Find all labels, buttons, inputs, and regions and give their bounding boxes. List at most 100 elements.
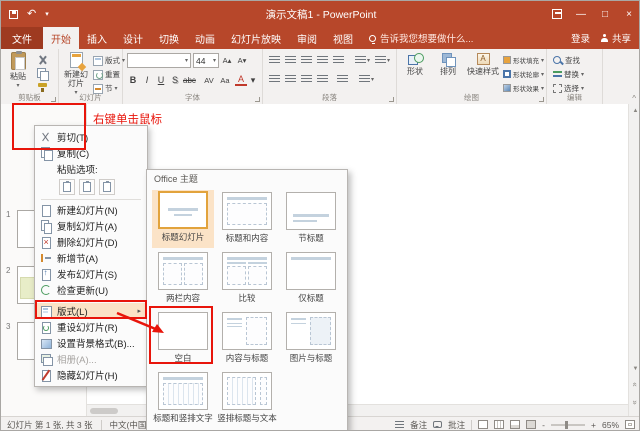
shape-fill-button[interactable]: 形状填充 ▾ xyxy=(503,55,544,65)
clipboard-dialog-launcher-icon[interactable] xyxy=(51,97,56,102)
horizontal-scrollbar-thumb[interactable] xyxy=(90,408,118,414)
zoom-slider[interactable] xyxy=(551,420,586,429)
tab-design[interactable]: 设计 xyxy=(115,27,151,49)
share-button[interactable]: 共享 xyxy=(600,31,631,45)
tab-review[interactable]: 审阅 xyxy=(289,27,325,49)
layout-option-title-only[interactable]: 仅标题 xyxy=(280,250,342,308)
sign-in-link[interactable]: 登录 xyxy=(571,31,590,45)
shape-outline-button[interactable]: 形状轮廓 ▾ xyxy=(503,69,544,79)
menu-item-layout[interactable]: 版式(L) ▸ xyxy=(35,303,147,319)
paste-button[interactable]: 粘贴 ▾ xyxy=(5,51,31,90)
menu-item-delete-slide[interactable]: 删除幻灯片(D) xyxy=(35,234,147,250)
find-button[interactable]: 查找 xyxy=(553,55,580,66)
new-slide-button[interactable]: 新建幻灯片 ▾ xyxy=(61,52,91,97)
grow-font-button[interactable]: A▴ xyxy=(221,53,233,67)
layout-option-blank[interactable]: 空白 xyxy=(152,310,214,368)
font-color-button[interactable]: A xyxy=(235,74,247,86)
character-spacing-button[interactable]: AV xyxy=(203,73,215,87)
layout-option-vertical-title-text[interactable]: 竖排标题与文本 xyxy=(216,370,278,428)
layout-option-title-vertical-text[interactable]: 标题和竖排文字 xyxy=(152,370,214,428)
paste-picture-icon[interactable] xyxy=(99,179,115,195)
justify-icon[interactable] xyxy=(317,75,328,84)
layout-option-section-header[interactable]: 节标题 xyxy=(280,190,342,248)
minimize-button[interactable]: — xyxy=(569,1,593,27)
zoom-slider-thumb[interactable] xyxy=(565,420,569,429)
tab-transitions[interactable]: 切换 xyxy=(151,27,187,49)
text-shadow-button[interactable]: S xyxy=(169,73,181,87)
shapes-button[interactable]: 形状 xyxy=(399,53,431,76)
smartart-convert-icon[interactable]: ▾ xyxy=(359,75,374,84)
paste-merge-format-icon[interactable] xyxy=(79,179,95,195)
menu-item-reset-slide[interactable]: 重设幻灯片(R) xyxy=(35,319,147,335)
language-indicator[interactable]: 中文(中国) xyxy=(110,419,150,431)
paste-keep-source-icon[interactable] xyxy=(59,179,75,195)
bold-button[interactable]: B xyxy=(127,73,139,87)
arrange-button[interactable]: 排列 xyxy=(433,53,463,76)
menu-item-new-slide[interactable]: 新建幻灯片(N) xyxy=(35,202,147,218)
reading-view-icon[interactable] xyxy=(510,420,521,429)
bullets-icon[interactable] xyxy=(269,56,280,65)
font-color-dropdown-icon[interactable]: ▾ xyxy=(247,73,259,87)
menu-item-format-background[interactable]: 设置背景格式(B)... xyxy=(35,335,147,351)
maximize-button[interactable]: □ xyxy=(593,1,617,27)
previous-slide-icon[interactable]: « xyxy=(629,378,639,391)
tab-animations[interactable]: 动画 xyxy=(187,27,223,49)
underline-button[interactable]: U xyxy=(155,73,167,87)
menu-item-hide-slide[interactable]: 隐藏幻灯片(H) xyxy=(35,367,147,383)
align-text-icon[interactable]: ▾ xyxy=(375,56,390,65)
layout-option-content-caption[interactable]: 内容与标题 xyxy=(216,310,278,368)
layout-option-picture-caption[interactable]: 图片与标题 xyxy=(280,310,342,368)
vertical-scrollbar[interactable]: ▲ ▼ « » xyxy=(628,104,639,416)
tab-slideshow[interactable]: 幻灯片放映 xyxy=(223,27,289,49)
strikethrough-button[interactable]: abc xyxy=(183,73,196,87)
increase-indent-icon[interactable] xyxy=(317,56,328,65)
align-left-icon[interactable] xyxy=(269,75,280,84)
font-size-combo[interactable]: 44 ▾ xyxy=(193,53,219,68)
next-slide-icon[interactable]: » xyxy=(629,396,639,409)
drawing-dialog-launcher-icon[interactable] xyxy=(539,97,544,102)
menu-item-duplicate-slide[interactable]: 复制幻灯片(A) xyxy=(35,218,147,234)
shrink-font-button[interactable]: A▾ xyxy=(236,53,248,67)
layout-button[interactable]: 版式 ▾ xyxy=(93,55,125,66)
normal-view-icon[interactable] xyxy=(478,420,489,429)
tell-me-box[interactable]: 告诉我您想要做什么... xyxy=(361,27,481,49)
layout-option-title-content[interactable]: 标题和内容 xyxy=(216,190,278,248)
comments-icon[interactable] xyxy=(433,421,443,428)
paragraph-dialog-launcher-icon[interactable] xyxy=(389,97,394,102)
scroll-up-icon[interactable]: ▲ xyxy=(629,104,639,117)
reset-button[interactable]: 重置 xyxy=(93,69,120,80)
tab-insert[interactable]: 插入 xyxy=(79,27,115,49)
layout-option-title-slide[interactable]: 标题幻灯片 xyxy=(152,190,214,248)
close-button[interactable]: × xyxy=(617,1,639,27)
layout-option-comparison[interactable]: 比较 xyxy=(216,250,278,308)
line-spacing-icon[interactable] xyxy=(333,56,344,65)
zoom-level[interactable]: 65% xyxy=(602,420,619,430)
text-direction-icon[interactable]: ▾ xyxy=(355,56,370,65)
align-right-icon[interactable] xyxy=(301,75,312,84)
tab-view[interactable]: 视图 xyxy=(325,27,361,49)
scroll-down-icon[interactable]: ▼ xyxy=(629,362,639,375)
font-dialog-launcher-icon[interactable] xyxy=(255,97,260,102)
quick-styles-button[interactable]: A 快速样式 xyxy=(465,53,501,76)
zoom-in-icon[interactable]: + xyxy=(591,420,596,430)
tab-file[interactable]: 文件 xyxy=(1,27,43,49)
notes-toggle[interactable]: 备注 xyxy=(410,419,427,431)
comments-toggle[interactable]: 批注 xyxy=(448,419,465,431)
menu-item-publish-slides[interactable]: 发布幻灯片(S) xyxy=(35,266,147,282)
slide-sorter-view-icon[interactable] xyxy=(494,420,505,429)
collapse-ribbon-icon[interactable]: ^ xyxy=(632,94,636,103)
menu-item-cut[interactable]: 剪切(T) xyxy=(35,129,147,145)
replace-button[interactable]: 替换 ▾ xyxy=(553,69,584,80)
align-center-icon[interactable] xyxy=(285,75,296,84)
decrease-indent-icon[interactable] xyxy=(301,56,312,65)
change-case-button[interactable]: Aa xyxy=(219,73,231,87)
fit-to-window-icon[interactable] xyxy=(625,420,635,429)
menu-item-copy[interactable]: 复制(C) xyxy=(35,145,147,161)
menu-item-check-updates[interactable]: 检查更新(U) xyxy=(35,282,147,298)
zoom-out-icon[interactable]: - xyxy=(542,420,545,430)
numbering-icon[interactable] xyxy=(285,56,296,65)
notes-icon[interactable] xyxy=(395,420,405,429)
tab-home[interactable]: 开始 xyxy=(43,27,79,49)
layout-option-two-content[interactable]: 两栏内容 xyxy=(152,250,214,308)
columns-icon[interactable] xyxy=(337,75,348,84)
